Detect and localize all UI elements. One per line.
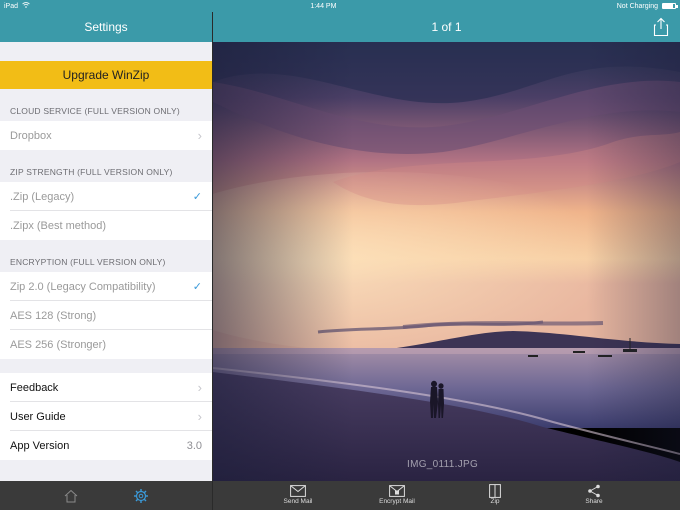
zip-button[interactable]: Zip — [465, 483, 525, 505]
share-icon — [587, 483, 601, 498]
send-mail-button[interactable]: Send Mail — [268, 483, 328, 505]
aes256-row[interactable]: AES 256 (Stronger) — [0, 330, 212, 359]
chevron-right-icon: › — [197, 128, 202, 143]
zip-strength-header: ZIP STRENGTH (FULL VERSION ONLY) — [10, 167, 173, 177]
zipx-label: .Zipx (Best method) — [10, 219, 106, 232]
settings-title: Settings — [84, 20, 128, 34]
encrypt-mail-label: Encrypt Mail — [379, 498, 415, 505]
photo-filename: IMG_0111.JPG — [407, 459, 479, 470]
share-label: Share — [585, 498, 603, 505]
wifi-icon — [22, 2, 30, 10]
chevron-right-icon: › — [197, 409, 202, 424]
battery-icon — [662, 3, 678, 9]
left-tab-bar — [0, 481, 212, 510]
share-icon[interactable] — [652, 17, 670, 37]
page-counter: 1 of 1 — [431, 20, 462, 34]
user-guide-row[interactable]: User Guide › — [0, 402, 212, 431]
status-time: 1:44 PM — [310, 2, 337, 10]
chevron-right-icon: › — [197, 380, 202, 395]
app-version-value: 3.0 — [186, 439, 202, 452]
upgrade-button[interactable]: Upgrade WinZip — [0, 61, 212, 89]
feedback-label: Feedback — [10, 381, 59, 394]
device-label: iPad — [4, 2, 19, 10]
gear-icon[interactable] — [131, 486, 151, 506]
cloud-service-header: CLOUD SERVICE (FULL VERSION ONLY) — [10, 106, 180, 116]
aes256-label: AES 256 (Stronger) — [10, 338, 106, 351]
home-icon[interactable] — [61, 486, 81, 506]
settings-panel: Settings Upgrade WinZip CLOUD SERVICE (F… — [0, 0, 212, 510]
dropbox-label: Dropbox — [10, 129, 52, 142]
action-toolbar: Send Mail Encrypt Mail Zip Share — [213, 481, 680, 510]
feedback-row[interactable]: Feedback › — [0, 373, 212, 402]
zip-icon — [489, 483, 501, 498]
user-guide-label: User Guide — [10, 410, 66, 423]
zip-legacy-label: .Zip (Legacy) — [10, 190, 75, 203]
zip-label: Zip — [490, 498, 500, 505]
dropbox-row[interactable]: Dropbox › — [0, 121, 212, 150]
checkmark-icon: ✓ — [192, 281, 202, 293]
zip20-label: Zip 2.0 (Legacy Compatibility) — [10, 280, 156, 293]
aes128-label: AES 128 (Strong) — [10, 309, 97, 322]
zip20-row[interactable]: Zip 2.0 (Legacy Compatibility) ✓ — [0, 272, 212, 301]
upgrade-label: Upgrade WinZip — [62, 68, 150, 82]
app-version-row: App Version 3.0 — [0, 431, 212, 460]
send-mail-label: Send Mail — [283, 498, 313, 505]
viewer-nav-bar: 1 of 1 — [213, 12, 680, 42]
encryption-header: ENCRYPTION (FULL VERSION ONLY) — [10, 257, 166, 267]
encrypt-mail-icon — [389, 483, 405, 498]
status-bar: iPad 1:44 PM Not Charging — [0, 0, 680, 12]
encrypt-mail-button[interactable]: Encrypt Mail — [367, 483, 427, 505]
charge-status: Not Charging — [616, 2, 658, 10]
settings-nav-bar: Settings — [0, 12, 212, 42]
mail-icon — [290, 483, 306, 498]
checkmark-icon: ✓ — [192, 191, 202, 203]
aes128-row[interactable]: AES 128 (Strong) — [0, 301, 212, 330]
photo-view[interactable]: IMG_0111.JPG — [213, 42, 680, 481]
zip-legacy-row[interactable]: .Zip (Legacy) ✓ — [0, 182, 212, 211]
share-button[interactable]: Share — [564, 483, 624, 505]
zipx-row[interactable]: .Zipx (Best method) — [0, 211, 212, 240]
app-version-label: App Version — [10, 439, 70, 452]
